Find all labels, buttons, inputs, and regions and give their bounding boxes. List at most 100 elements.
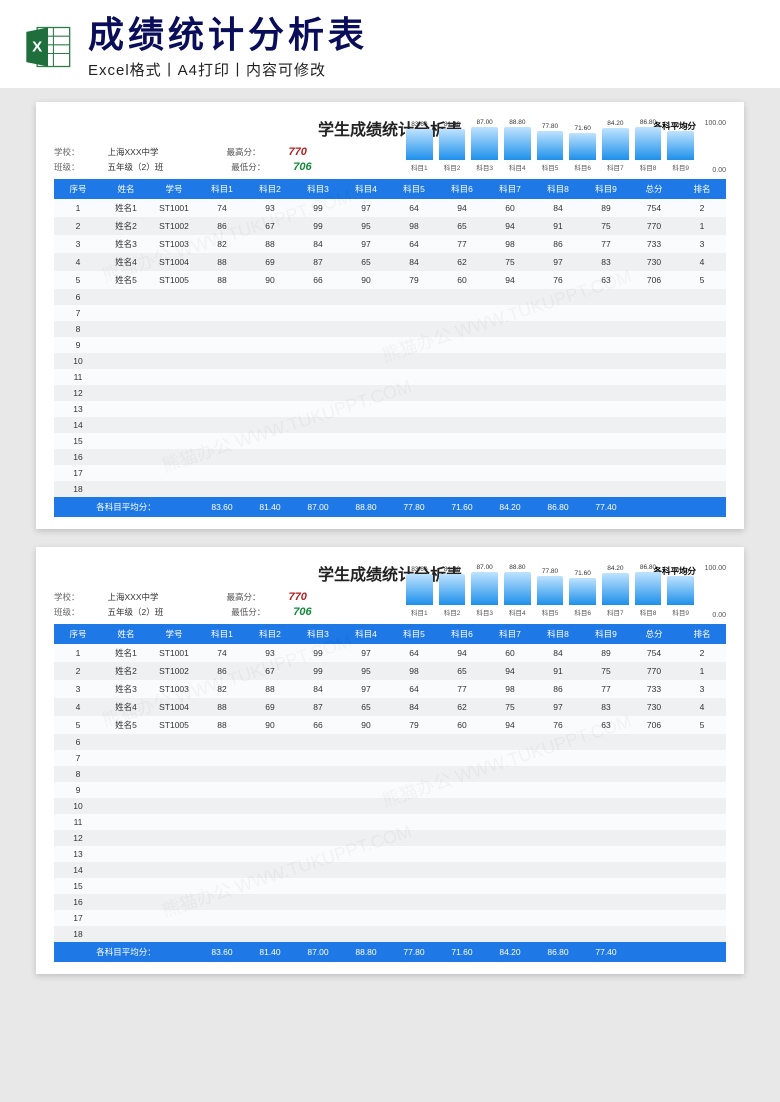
footer-label: 各科目平均分： [54,497,198,517]
footer-label: 各科目平均分： [54,942,198,962]
table-cell [294,369,342,385]
bar-category: 科目7 [607,607,624,617]
table-cell [150,734,198,750]
footer-cell: 83.60 [198,497,246,517]
table-header: 科目7 [486,624,534,644]
table-cell: 91 [534,662,582,680]
table-cell [246,878,294,894]
table-cell [390,878,438,894]
table-cell [150,814,198,830]
table-cell: 90 [342,271,390,289]
table-cell [582,766,630,782]
table-cell [582,894,630,910]
table-cell: 62 [438,253,486,271]
table-cell [294,910,342,926]
table-cell [486,782,534,798]
table-cell [390,337,438,353]
table-row: 7 [54,750,726,766]
table-header: 科目9 [582,624,630,644]
class-value: 五年级（2）班 [108,606,164,618]
table-cell [246,353,294,369]
table-row: 10 [54,798,726,814]
page-container: 学生成绩统计分析表学校：上海XXX中学最高分：770班级：五年级（2）班最低分：… [0,88,780,994]
table-cell [534,750,582,766]
table-cell [150,766,198,782]
table-cell: 8 [54,766,102,782]
table-row: 4姓名4ST10048869876584627597837304 [54,253,726,271]
table-cell [390,894,438,910]
table-cell: 733 [630,235,678,253]
table-cell: 14 [54,417,102,433]
table-cell [198,481,246,497]
table-cell [438,337,486,353]
table-cell: 65 [342,253,390,271]
table-cell [486,734,534,750]
table-cell [150,289,198,305]
bar [537,576,564,606]
table-cell: 90 [246,716,294,734]
table-cell [150,750,198,766]
table-cell: 86 [198,662,246,680]
table-cell [438,798,486,814]
axis-min: 0.00 [712,167,726,174]
bar-category: 科目2 [444,607,461,617]
table-cell [486,862,534,878]
table-cell: 75 [582,662,630,680]
table-cell [534,417,582,433]
table-cell [102,401,150,417]
table-row: 16 [54,449,726,465]
table-cell [102,814,150,830]
table-cell: 69 [246,698,294,716]
table-cell [678,401,726,417]
table-cell: 4 [678,698,726,716]
table-cell: 2 [678,644,726,662]
table-header: 科目4 [342,624,390,644]
table-cell [582,353,630,369]
table-header: 科目8 [534,624,582,644]
table-cell [678,385,726,401]
bar-category: 科目1 [411,607,428,617]
table-cell [630,766,678,782]
table-row: 7 [54,305,726,321]
lowscore-value: 706 [293,161,311,173]
table-cell [438,910,486,926]
bar-value: 84.20 [607,120,623,127]
table-cell [582,385,630,401]
table-cell: 姓名2 [102,662,150,680]
table-header: 科目1 [198,179,246,199]
table-cell [534,385,582,401]
table-cell [582,417,630,433]
class-value: 五年级（2）班 [108,161,164,173]
table-cell [246,750,294,766]
table-cell [630,433,678,449]
table-cell [630,321,678,337]
table-cell: 64 [390,644,438,662]
chart-block: 各科平均分100.000.0083.60科目181.40科目287.00科目38… [406,571,726,627]
table-row: 2姓名2ST10028667999598659491757701 [54,217,726,235]
table-cell: 64 [390,680,438,698]
axis-max: 100.00 [705,565,726,572]
table-cell [534,894,582,910]
table-cell: 5 [54,271,102,289]
table-cell [294,734,342,750]
table-cell: 88 [246,235,294,253]
bar-wrap: 71.60科目6 [569,125,596,172]
table-cell [390,305,438,321]
bar-category: 科目9 [672,162,689,172]
table-row: 1姓名1ST10017493999764946084897542 [54,644,726,662]
table-cell [294,465,342,481]
table-cell [534,782,582,798]
bar-wrap: 83.60科目1 [406,566,433,618]
table-cell [150,433,198,449]
table-cell [102,830,150,846]
table-cell [582,878,630,894]
table-cell [150,894,198,910]
table-cell [390,766,438,782]
table-cell: 姓名3 [102,680,150,698]
table-cell: 3 [678,235,726,253]
table-cell [150,401,198,417]
table-header: 科目1 [198,624,246,644]
bar-value: 77.40 [673,568,689,575]
table-header: 序号 [54,624,102,644]
table-cell [198,798,246,814]
